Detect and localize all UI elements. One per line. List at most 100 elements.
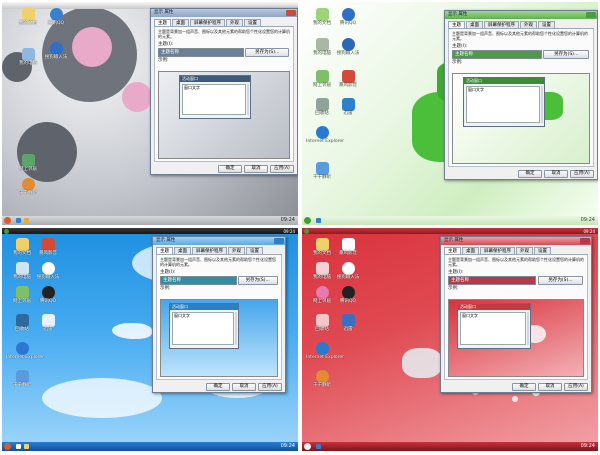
desktop-icon-sogou[interactable]: 搜狗输入法 xyxy=(332,262,364,281)
close-button[interactable] xyxy=(586,12,596,18)
top-start-icon[interactable] xyxy=(304,228,309,234)
theme-select[interactable]: 主题名称 xyxy=(160,276,238,285)
ie-quicklaunch-icon[interactable] xyxy=(316,444,321,449)
tab-theme[interactable]: 主题 xyxy=(154,19,171,26)
tab-desktop[interactable]: 桌面 xyxy=(466,21,483,28)
desktop-icon-media[interactable]: 暴风影音 xyxy=(332,70,364,89)
apply-button[interactable]: 应用(A) xyxy=(270,165,294,173)
ok-button[interactable]: 确定 xyxy=(218,165,242,173)
tab-appearance[interactable]: 外观 xyxy=(228,247,245,254)
desktop-icon-media[interactable]: 暴风影音 xyxy=(332,238,364,257)
desktop-icon-sogou[interactable]: 搜狗输入法 xyxy=(32,262,64,281)
theme-page: 主题是背景加一组声音、图标以及其他元素的帮助您个性化设置您的计算机的元素。 主题… xyxy=(444,255,588,380)
ie-quicklaunch-icon[interactable] xyxy=(16,444,21,449)
desktop-icon-qq[interactable]: 腾讯QQ xyxy=(332,8,364,27)
top-clock[interactable]: 09:24 xyxy=(583,229,595,235)
cancel-button[interactable]: 取消 xyxy=(244,165,268,173)
ok-button[interactable]: 确定 xyxy=(206,383,230,391)
start-button[interactable] xyxy=(304,217,311,224)
start-button[interactable] xyxy=(4,217,11,224)
desktop-icon-ie[interactable]: Internet Explorer xyxy=(6,342,44,361)
desktop-icon-qq[interactable]: 腾讯QQ xyxy=(32,286,64,305)
start-button[interactable] xyxy=(4,443,11,450)
theme-select[interactable]: 主题名称 xyxy=(452,50,542,59)
tab-desktop[interactable]: 桌面 xyxy=(172,19,189,26)
desktop-icon-sogou[interactable]: 搜狗输入法 xyxy=(40,42,72,61)
theme-preview: 活动窗口 窗口文字 xyxy=(452,73,590,164)
ok-button[interactable]: 确定 xyxy=(512,383,536,391)
theme-label: 主题(I): xyxy=(158,42,174,47)
display-properties-dialog: 显示 属性 主题 桌面 屏幕保护程序 外观 设置 主题是背景加一组声音、图标以及… xyxy=(152,236,286,393)
clock[interactable]: 09:24 xyxy=(581,217,595,224)
preview-window-text: 窗口文字 xyxy=(182,84,246,115)
desktop-icon-media[interactable]: 暴风影音 xyxy=(32,238,64,257)
taskbar: 09:24 xyxy=(2,442,298,451)
desktop-icon-storm[interactable]: 迅雷 xyxy=(32,314,64,333)
cloud-2 xyxy=(42,378,162,418)
tab-theme[interactable]: 主题 xyxy=(156,247,173,254)
tab-theme[interactable]: 主题 xyxy=(444,247,461,254)
tab-settings[interactable]: 设置 xyxy=(244,19,261,26)
dialog-title-bar[interactable]: 显示 属性 xyxy=(153,237,285,245)
desktop-icon-qq[interactable]: 腾讯QQ xyxy=(332,286,364,305)
tab-theme[interactable]: 主题 xyxy=(448,21,465,28)
close-button[interactable] xyxy=(580,238,590,244)
cancel-button[interactable]: 取消 xyxy=(232,383,256,391)
desktop-icon-ie[interactable]: Internet Explorer xyxy=(306,342,344,361)
computer-icon xyxy=(315,262,329,275)
desktop-icon-player[interactable]: 千千静听 xyxy=(12,178,44,197)
desktop-icon-player[interactable]: 千千静听 xyxy=(306,162,338,181)
save-as-button[interactable]: 另存为(S)... xyxy=(237,276,278,285)
tab-settings[interactable]: 设置 xyxy=(538,21,555,28)
apply-button[interactable]: 应用(A) xyxy=(258,383,282,391)
cancel-button[interactable]: 取消 xyxy=(538,383,562,391)
clock[interactable]: 09:24 xyxy=(581,443,595,450)
start-button[interactable] xyxy=(304,443,311,450)
ie-quicklaunch-icon[interactable] xyxy=(16,218,21,223)
folder-quicklaunch-icon[interactable] xyxy=(24,218,29,223)
tab-appearance[interactable]: 外观 xyxy=(226,19,243,26)
close-button[interactable] xyxy=(286,10,296,16)
desktop-icon-ie[interactable]: Internet Explorer xyxy=(306,126,344,145)
ie-quicklaunch-icon[interactable] xyxy=(316,218,321,223)
tab-screensaver[interactable]: 屏幕保护程序 xyxy=(190,19,225,26)
desktop-icon-storm[interactable]: 迅雷 xyxy=(332,314,364,333)
tab-screensaver[interactable]: 屏幕保护程序 xyxy=(480,247,515,254)
apply-button[interactable]: 应用(A) xyxy=(570,170,594,178)
cancel-button[interactable]: 取消 xyxy=(544,170,568,178)
desktop-icon-qq[interactable]: 腾讯QQ xyxy=(40,8,72,27)
save-as-button[interactable]: 另存为(S)... xyxy=(537,276,584,285)
theme-description: 主题是背景加一组声音、图标以及其他元素的帮助您个性化设置您的计算机的元素。 xyxy=(448,257,584,267)
tab-appearance[interactable]: 外观 xyxy=(516,247,533,254)
dialog-title-bar[interactable]: 显示 属性 xyxy=(441,237,591,245)
theme-select[interactable]: 主题名称 xyxy=(448,276,537,285)
desktop-icon-player[interactable]: 千千静听 xyxy=(306,370,338,389)
tab-desktop[interactable]: 桌面 xyxy=(462,247,479,254)
top-clock[interactable]: 09:24 xyxy=(283,229,295,235)
tab-screensaver[interactable]: 屏幕保护程序 xyxy=(192,247,227,254)
close-button[interactable] xyxy=(274,238,284,244)
save-as-button[interactable]: 另存为(S)... xyxy=(543,50,590,59)
desktop-icon-storm[interactable]: 迅雷 xyxy=(332,98,364,117)
theme-page: 主题是背景加一组声音、图标以及其他元素的帮助您个性化设置您的计算机的元素。 主题… xyxy=(448,29,594,167)
apply-button[interactable]: 应用(A) xyxy=(564,383,588,391)
tab-desktop[interactable]: 桌面 xyxy=(174,247,191,254)
tab-appearance[interactable]: 外观 xyxy=(520,21,537,28)
dialog-title-bar[interactable]: 显示 属性 xyxy=(151,9,297,17)
desktop-icon-sogou[interactable]: 搜狗输入法 xyxy=(332,38,364,57)
tab-settings[interactable]: 设置 xyxy=(534,247,551,254)
desktop-icon-player[interactable]: 千千静听 xyxy=(6,370,38,389)
top-start-icon[interactable] xyxy=(4,228,9,234)
desktop-blue-theme: 09:24 我的文档 暴风影音 我的电脑 搜狗输入法 网上邻居 腾讯QQ 回收站… xyxy=(2,228,298,451)
tab-screensaver[interactable]: 屏幕保护程序 xyxy=(484,21,519,28)
clock[interactable]: 09:24 xyxy=(281,217,295,224)
tab-strip: 主题 桌面 屏幕保护程序 外观 设置 xyxy=(154,19,294,27)
save-as-button[interactable]: 另存为(S)... xyxy=(245,48,290,57)
ok-button[interactable]: 确定 xyxy=(518,170,542,178)
tab-settings[interactable]: 设置 xyxy=(246,247,263,254)
dialog-title-bar[interactable]: 显示 属性 xyxy=(445,11,597,19)
clock[interactable]: 09:24 xyxy=(281,443,295,450)
theme-select[interactable]: 主题名称 xyxy=(158,48,244,57)
folder-quicklaunch-icon[interactable] xyxy=(24,444,29,449)
desktop-icon-network[interactable]: 网上邻居 xyxy=(12,154,44,173)
